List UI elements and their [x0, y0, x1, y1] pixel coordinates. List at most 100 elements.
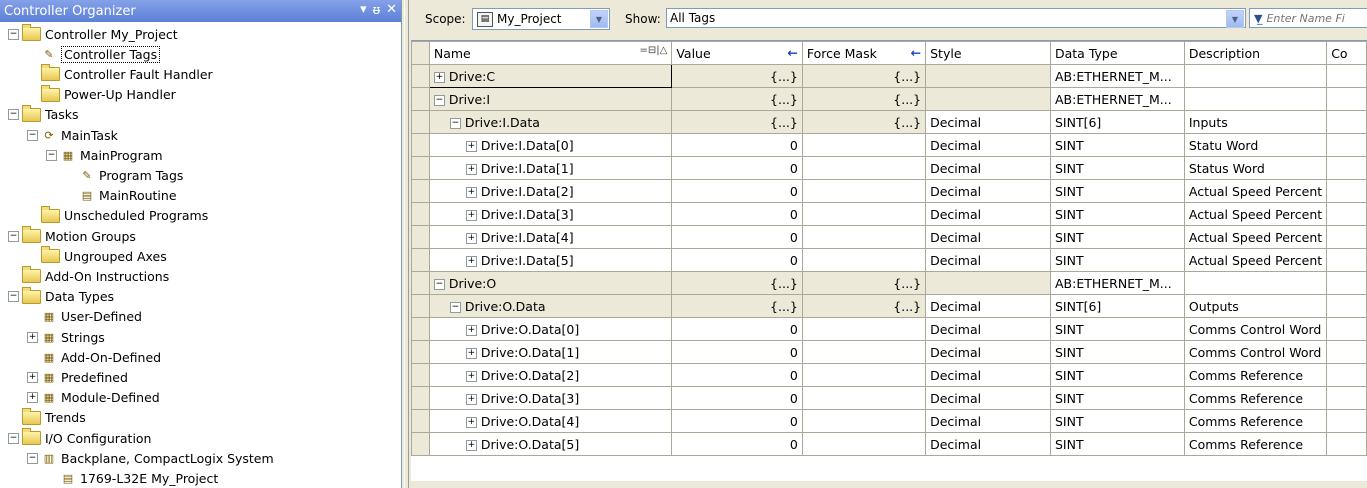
column-header-name[interactable]: Name =⊟|△	[428, 41, 673, 65]
style-cell[interactable]: Decimal	[925, 340, 1051, 364]
force-mask-cell[interactable]	[801, 386, 927, 410]
row-selector[interactable]	[411, 133, 430, 157]
constant-cell[interactable]	[1326, 179, 1367, 203]
constant-cell[interactable]	[1326, 386, 1367, 410]
expand-icon[interactable]: +	[465, 324, 477, 336]
pin-icon[interactable]: ᵿ	[373, 2, 380, 18]
data-type-cell[interactable]: AB:ETHERNET_M...	[1050, 64, 1185, 88]
tag-value-cell[interactable]: {...}	[671, 294, 803, 318]
tag-value-cell[interactable]: {...}	[671, 87, 803, 111]
expand-icon[interactable]: +	[433, 71, 445, 83]
tag-value-cell[interactable]: 0	[671, 340, 803, 364]
table-row[interactable]: + Drive:I.Data[5] 0 Decimal SINT Actual Speed…	[411, 248, 1367, 272]
constant-cell[interactable]	[1326, 133, 1367, 157]
constant-cell[interactable]	[1326, 110, 1367, 134]
description-cell[interactable]: Comms Reference	[1183, 409, 1328, 433]
table-row[interactable]: + Drive:O.Data[0] 0 Decimal SINT Comms Contro…	[411, 317, 1367, 341]
table-row[interactable]: + Drive:O.Data[5] 0 Decimal SINT Comms Refere…	[411, 432, 1367, 456]
tree-item-unscheduled-programs[interactable]: Unscheduled Programs	[41, 205, 208, 226]
collapse-icon[interactable]: −	[433, 278, 445, 290]
tag-value-cell[interactable]: 0	[671, 156, 803, 180]
data-type-cell[interactable]: SINT	[1050, 409, 1185, 433]
force-mask-cell[interactable]	[801, 225, 927, 249]
tag-value-cell[interactable]: 0	[671, 248, 803, 272]
expand-icon[interactable]: +	[27, 392, 38, 404]
force-mask-cell[interactable]	[801, 432, 927, 456]
collapse-icon[interactable]: −	[8, 432, 19, 444]
expand-icon[interactable]: +	[465, 370, 477, 382]
column-header-data-type[interactable]: Data Type	[1050, 41, 1185, 65]
tree-item-power-up-handler[interactable]: Power-Up Handler	[41, 84, 176, 105]
tree-item-i-o-configuration[interactable]: − I/O Configuration	[8, 428, 151, 448]
force-mask-cell[interactable]: {...}	[801, 64, 927, 88]
style-cell[interactable]	[925, 271, 1051, 295]
tag-name-cell[interactable]: + Drive:O.Data[1]	[428, 340, 673, 364]
force-mask-cell[interactable]	[801, 317, 927, 341]
collapse-icon[interactable]: −	[46, 149, 57, 161]
description-cell[interactable]	[1183, 64, 1328, 88]
tag-value-cell[interactable]: {...}	[671, 64, 803, 88]
data-type-cell[interactable]: SINT	[1050, 363, 1185, 387]
tag-name-cell[interactable]: + Drive:I.Data[5]	[428, 248, 673, 272]
tree-item-tasks[interactable]: − Tasks	[8, 104, 79, 125]
constant-cell[interactable]	[1326, 64, 1367, 88]
collapse-icon[interactable]: −	[27, 129, 38, 141]
close-icon[interactable]: ✕	[386, 2, 397, 18]
force-mask-cell[interactable]	[801, 202, 927, 226]
expand-icon[interactable]: +	[465, 209, 477, 221]
style-cell[interactable]: Decimal	[925, 317, 1051, 341]
tree-item-trends[interactable]: Trends	[22, 407, 86, 428]
constant-cell[interactable]	[1326, 340, 1367, 364]
style-cell[interactable]: Decimal	[925, 409, 1051, 433]
force-mask-cell[interactable]	[801, 409, 927, 433]
tag-name-cell[interactable]: − Drive:I	[428, 87, 673, 111]
tag-name-cell[interactable]: + Drive:O.Data[2]	[428, 363, 673, 387]
expand-icon[interactable]: +	[465, 439, 477, 451]
tree-item-controller-tags[interactable]: ✎ Controller Tags	[41, 44, 161, 64]
constant-cell[interactable]	[1326, 317, 1367, 341]
force-mask-cell[interactable]	[801, 363, 927, 387]
tag-name-cell[interactable]: − Drive:I.Data	[428, 110, 673, 134]
row-selector[interactable]	[411, 156, 430, 180]
column-header-force-mask[interactable]: Force Mask ←	[801, 41, 927, 65]
row-selector[interactable]	[411, 87, 430, 111]
style-cell[interactable]: Decimal	[925, 248, 1051, 272]
row-selector[interactable]	[411, 432, 430, 456]
tree-item-program-tags[interactable]: ✎ Program Tags	[79, 165, 183, 185]
tree-item-backplane-compactlogix-system[interactable]: − ▥ Backplane, CompactLogix System	[27, 448, 274, 468]
description-cell[interactable]	[1183, 271, 1328, 295]
expand-icon[interactable]: +	[465, 232, 477, 244]
data-type-cell[interactable]: SINT	[1050, 340, 1185, 364]
table-row[interactable]: + Drive:I.Data[3] 0 Decimal SINT Actual Speed…	[411, 202, 1367, 226]
row-selector[interactable]	[411, 225, 430, 249]
expand-icon[interactable]: +	[465, 255, 477, 267]
tree-item-add-on-defined[interactable]: ▦ Add-On-Defined	[41, 347, 161, 367]
tag-name-cell[interactable]: + Drive:I.Data[3]	[428, 202, 673, 226]
description-cell[interactable]: Comms Reference	[1183, 363, 1328, 387]
constant-cell[interactable]	[1326, 225, 1367, 249]
force-mask-cell[interactable]: {...}	[801, 271, 927, 295]
style-cell[interactable]: Decimal	[925, 294, 1051, 318]
data-type-cell[interactable]: SINT	[1050, 133, 1185, 157]
description-cell[interactable]: Comms Control Word	[1183, 317, 1328, 341]
expand-icon[interactable]: +	[465, 140, 477, 152]
tree-item-maintask[interactable]: − ⟳ MainTask	[27, 125, 118, 145]
row-selector[interactable]	[411, 317, 430, 341]
force-mask-cell[interactable]	[801, 248, 927, 272]
row-selector[interactable]	[411, 271, 430, 295]
tag-name-cell[interactable]: − Drive:O.Data	[428, 294, 673, 318]
data-type-cell[interactable]: SINT	[1050, 179, 1185, 203]
tag-name-cell[interactable]: − Drive:O	[428, 271, 673, 295]
dropdown-icon[interactable]: ▾	[360, 2, 367, 18]
tag-name-cell[interactable]: + Drive:I.Data[0]	[428, 133, 673, 157]
table-row[interactable]: + Drive:O.Data[4] 0 Decimal SINT Comms Refere…	[411, 409, 1367, 433]
data-type-cell[interactable]: AB:ETHERNET_M...	[1050, 87, 1185, 111]
pane-splitter[interactable]	[402, 0, 411, 488]
table-row[interactable]: − Drive:I.Data {...} {...} Decimal SINT[6] Inp…	[411, 110, 1367, 134]
expand-icon[interactable]: +	[27, 371, 38, 383]
style-cell[interactable]: Decimal	[925, 110, 1051, 134]
tree-item-module-defined[interactable]: + ▦ Module-Defined	[27, 388, 160, 408]
collapse-icon[interactable]: −	[27, 452, 38, 464]
table-row[interactable]: + Drive:I.Data[2] 0 Decimal SINT Actual Speed…	[411, 179, 1367, 203]
force-mask-cell[interactable]	[801, 156, 927, 180]
